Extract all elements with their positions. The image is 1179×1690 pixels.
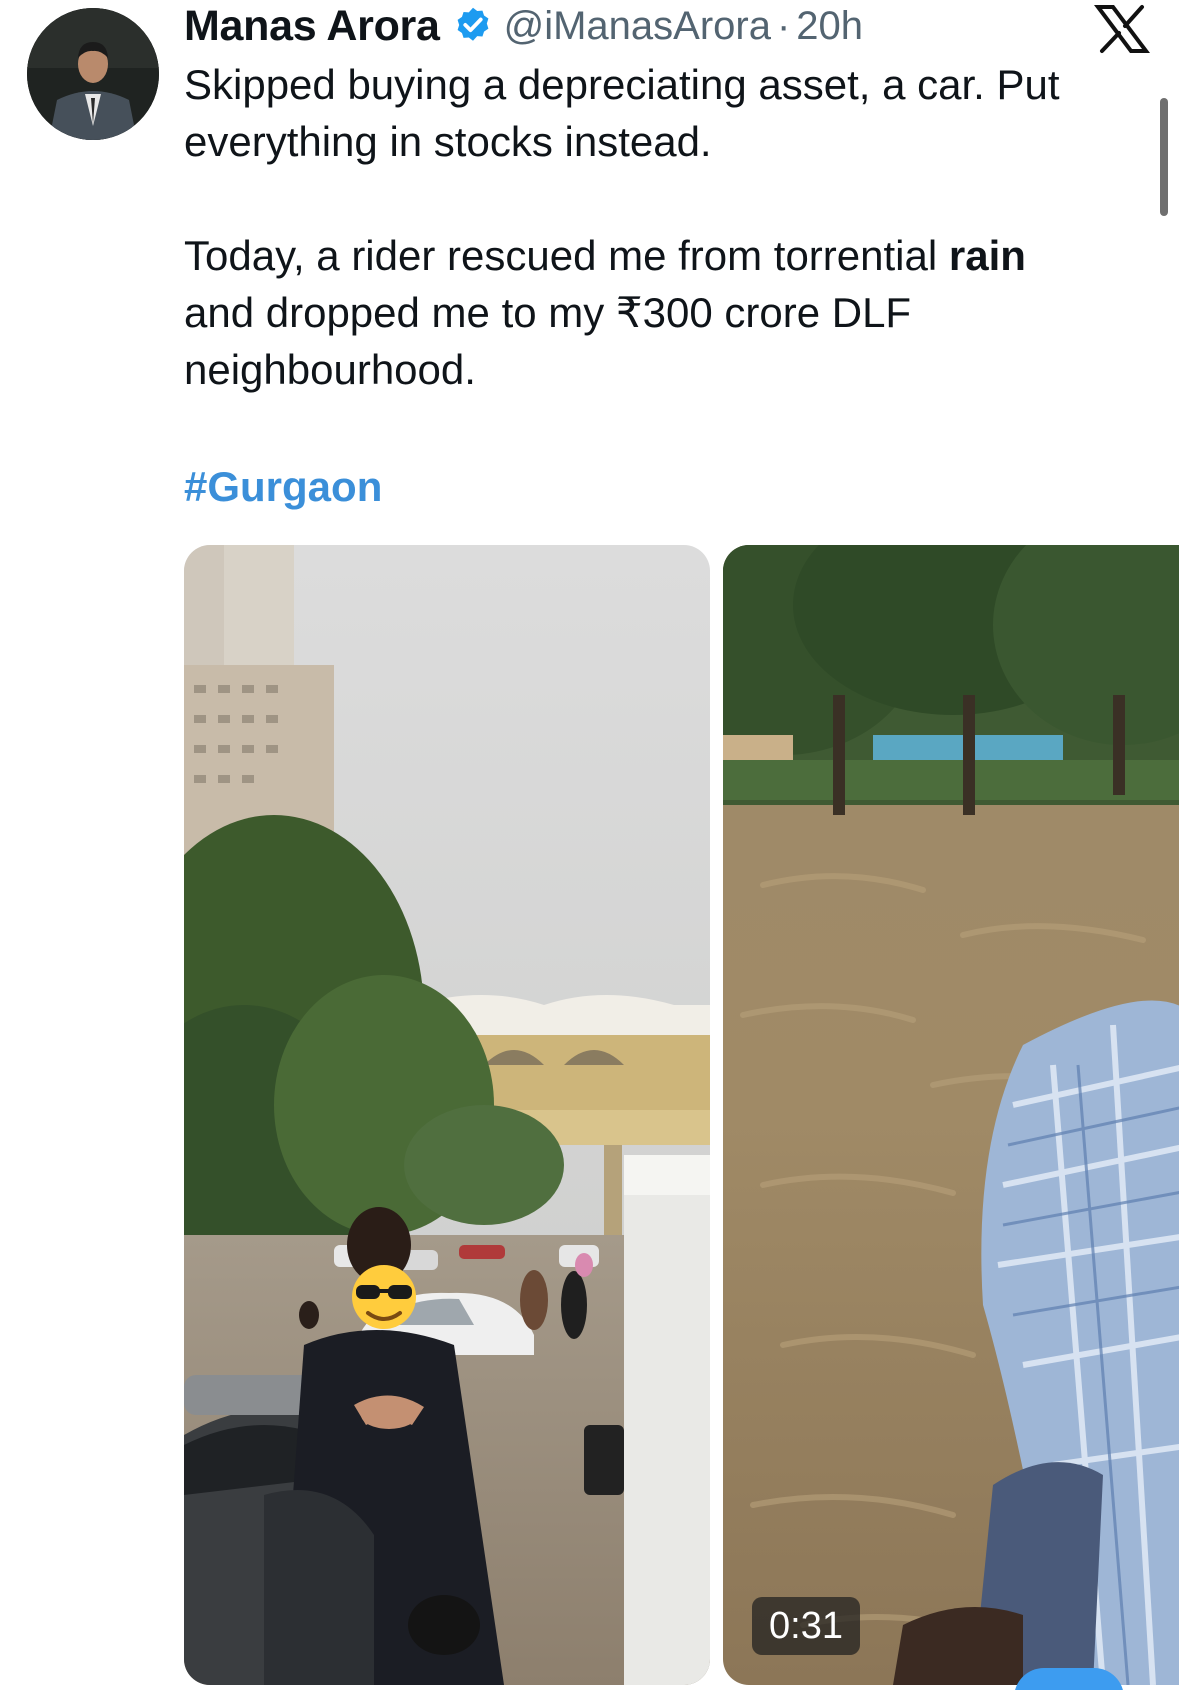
avatar-photo [27, 8, 159, 140]
tweet-line-5: neighbourhood. [184, 346, 476, 393]
tweet-line-2: everything in stocks instead. [184, 118, 712, 165]
meta-separator: · [776, 3, 791, 48]
tweet-line-3: Today, a rider rescued me from torrentia… [184, 227, 1134, 284]
verified-badge-icon [452, 5, 494, 47]
tweet-text: Skipped buying a depreciating asset, a c… [184, 56, 1134, 398]
author-handle[interactable]: @iManasArora [504, 4, 771, 49]
x-logo-icon [1094, 4, 1150, 54]
flooded-street-photo[interactable] [184, 545, 710, 1685]
author-name[interactable]: Manas Arora [184, 2, 440, 51]
flood-ride-video[interactable] [723, 545, 1179, 1685]
bold-keyword: rain [948, 232, 1026, 279]
compose-button[interactable] [1014, 1668, 1124, 1690]
hashtag-link[interactable]: #Gurgaon [184, 458, 382, 515]
video-duration-badge: 0:31 [752, 1597, 860, 1655]
tweet-line-1: Skipped buying a depreciating asset, a c… [184, 61, 1060, 108]
scrollbar-thumb[interactable] [1160, 98, 1168, 216]
tweet-line-4: and dropped me to my ₹300 crore DLF [184, 289, 912, 336]
tweet-header: Manas Arora @iManasArora · 20h [184, 0, 863, 52]
tweet-timestamp[interactable]: 20h [796, 4, 863, 49]
tweet-line-3-text: Today, a rider rescued me from torrentia… [184, 232, 949, 279]
avatar[interactable] [27, 8, 159, 140]
tweet-screenshot: Manas Arora @iManasArora · 20h Skipped b… [0, 0, 1179, 1690]
